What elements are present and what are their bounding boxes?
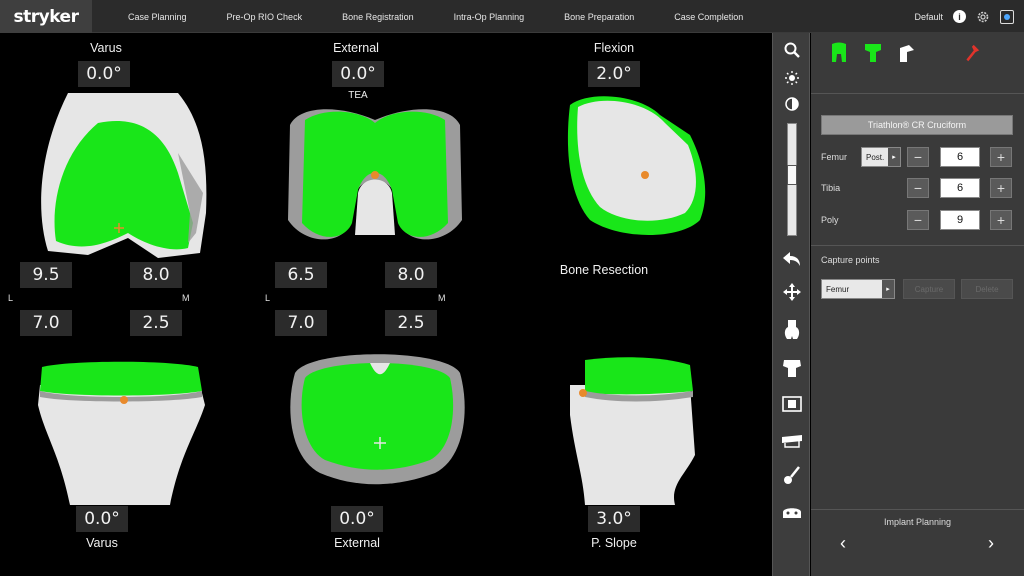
hammer-icon[interactable] (961, 42, 981, 66)
search-icon[interactable] (777, 37, 807, 63)
bone-resection-label: Bone Resection (548, 263, 660, 277)
femur-distal-model (280, 105, 470, 255)
poly-size-field[interactable]: 9 (940, 210, 980, 230)
contrast-slider-thumb[interactable] (787, 165, 797, 185)
profile-label[interactable]: Default (914, 12, 943, 22)
nav-case-planning[interactable]: Case Planning (128, 12, 187, 22)
implant-planning-panel: Triathlon® CR Cruciform Femur Post. ▸ − … (811, 33, 1024, 576)
external-top-value: 0.0° (332, 61, 384, 87)
capture-bone-select[interactable]: Femur ▸ (821, 279, 895, 299)
contrast-slider[interactable] (787, 123, 797, 236)
tibia-minus-button[interactable]: − (907, 178, 929, 198)
femur-position-select[interactable]: Post. ▸ (861, 147, 901, 167)
poly-minus-button[interactable]: − (907, 210, 929, 230)
femur-plus-button[interactable]: + (990, 147, 1012, 167)
femur-minus-button[interactable]: − (907, 147, 929, 167)
view-label-varus-top: Varus (60, 41, 152, 55)
nav-bone-registration[interactable]: Bone Registration (342, 12, 414, 22)
nav-case-completion[interactable]: Case Completion (674, 12, 743, 22)
camera-view-icon[interactable] (777, 391, 807, 417)
tibia-label: Tibia (821, 183, 840, 193)
workflow-nav: Case Planning Pre-Op RIO Check Bone Regi… (128, 0, 783, 33)
header-right: Default i (914, 0, 1014, 33)
tibia-front-model (30, 355, 210, 505)
view-label-varus-bottom: Varus (56, 536, 148, 550)
poly-plus-button[interactable]: + (990, 210, 1012, 230)
femoral-implant-tab[interactable] (829, 42, 849, 66)
tea-label: TEA (330, 90, 386, 101)
probe-icon[interactable] (777, 463, 807, 489)
brightness-icon[interactable] (777, 65, 807, 91)
implant-family-button[interactable]: Triathlon® CR Cruciform (821, 115, 1013, 135)
move-icon[interactable] (777, 279, 807, 305)
tibia-plateau-model (285, 348, 470, 488)
medial-marker-center: M (438, 293, 446, 303)
implant-tabs (811, 33, 1024, 75)
gap-left-bot-m: 2.5 (130, 310, 182, 336)
lateral-marker-center: L (265, 293, 270, 303)
tibia-view-icon[interactable] (777, 355, 807, 381)
femur-size-field[interactable]: 6 (940, 147, 980, 167)
medial-marker-left: M (182, 293, 190, 303)
panel-divider-bottom (811, 509, 1024, 510)
gap-left-top-m: 8.0 (130, 262, 182, 288)
stryker-logo: stryker (0, 0, 92, 33)
panel-divider-mid (811, 245, 1024, 246)
view-toolbar (772, 33, 810, 576)
cut-guide-tab[interactable] (897, 42, 917, 66)
view-label-external-top: External (310, 41, 402, 55)
capture-bone-value: Femur (826, 285, 849, 294)
delete-button[interactable]: Delete (961, 279, 1013, 299)
femur-label: Femur (821, 152, 847, 162)
femur-front-model (28, 93, 218, 273)
poly-label: Poly (821, 215, 839, 225)
lateral-marker-left: L (8, 293, 13, 303)
info-icon[interactable]: i (953, 10, 966, 23)
undo-icon[interactable] (777, 246, 807, 272)
gear-icon[interactable] (976, 10, 990, 24)
gap-center-top-l: 6.5 (275, 262, 327, 288)
tibial-implant-tab[interactable] (863, 42, 883, 66)
panel-divider-top (811, 93, 1024, 94)
slope-value: 3.0° (588, 506, 640, 532)
surgical-viewport[interactable]: Varus 0.0° External 0.0° TEA Flexion 2.0… (0, 33, 772, 576)
contrast-icon[interactable] (777, 91, 807, 117)
external-bottom-value: 0.0° (331, 506, 383, 532)
gap-left-bot-l: 7.0 (20, 310, 72, 336)
nav-intra-op-planning[interactable]: Intra-Op Planning (454, 12, 525, 22)
varus-top-value: 0.0° (78, 61, 130, 87)
femur-lateral-model (560, 95, 720, 245)
gap-center-top-m: 8.0 (385, 262, 437, 288)
top-bar: stryker Case Planning Pre-Op RIO Check B… (0, 0, 1024, 33)
footer-title: Implant Planning (811, 517, 1024, 527)
gap-center-bot-m: 2.5 (385, 310, 437, 336)
tibia-lateral-model (565, 355, 705, 505)
femur-position-value: Post. (866, 153, 884, 162)
tibia-size-field[interactable]: 6 (940, 178, 980, 198)
nav-pre-op-rio-check[interactable]: Pre-Op RIO Check (227, 12, 303, 22)
leg-view-icon[interactable] (777, 427, 807, 453)
nav-bone-preparation[interactable]: Bone Preparation (564, 12, 634, 22)
gap-left-top-l: 9.5 (20, 262, 72, 288)
capture-points-title: Capture points (821, 255, 880, 265)
next-step-button[interactable]: › (981, 533, 1001, 553)
view-label-flexion: Flexion (568, 41, 660, 55)
capture-button[interactable]: Capture (903, 279, 955, 299)
caret-right-icon: ▸ (888, 148, 900, 166)
flexion-value: 2.0° (588, 61, 640, 87)
caret-right-icon: ▸ (882, 280, 894, 298)
robot-icon[interactable] (777, 499, 807, 525)
view-label-external-bottom: External (311, 536, 403, 550)
varus-bottom-value: 0.0° (76, 506, 128, 532)
view-label-slope: P. Slope (568, 536, 660, 550)
camera-icon[interactable] (1000, 10, 1014, 24)
tibia-plus-button[interactable]: + (990, 178, 1012, 198)
femur-view-icon[interactable] (777, 317, 807, 343)
prev-step-button[interactable]: ‹ (833, 533, 853, 553)
gap-center-bot-l: 7.0 (275, 310, 327, 336)
